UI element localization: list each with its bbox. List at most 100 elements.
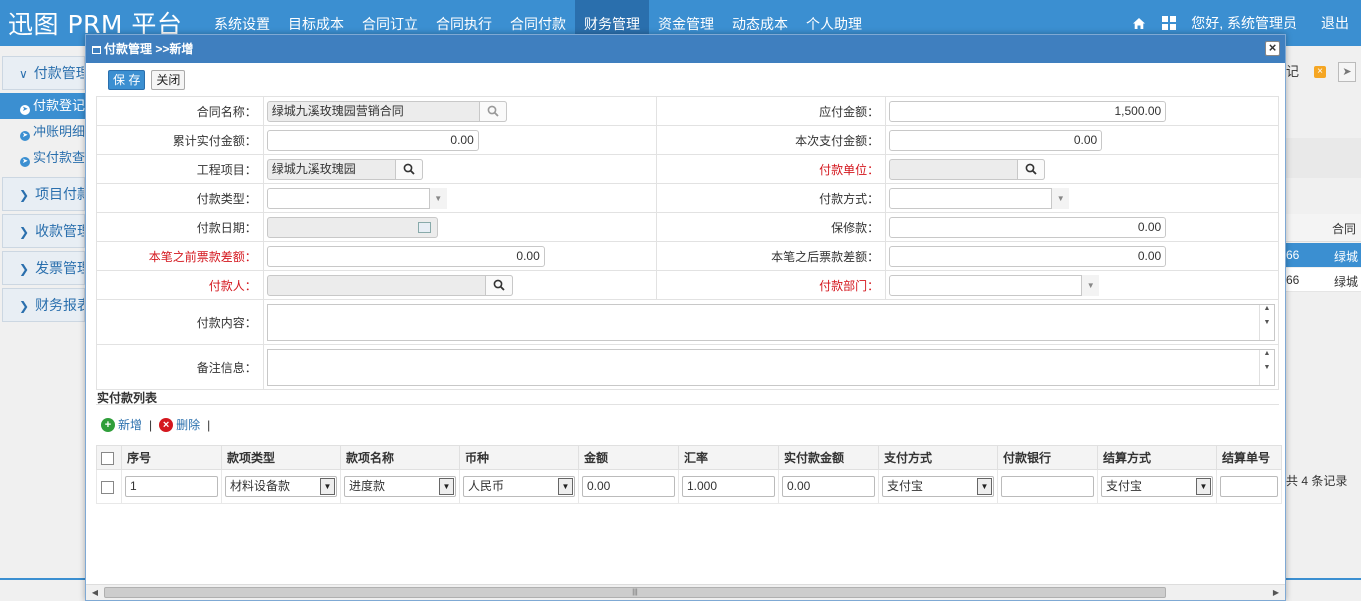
amount-input[interactable]: 0.00 (582, 476, 675, 497)
sidebar-item-writeoff-detail[interactable]: ➤ 冲账明细 (0, 119, 85, 145)
sidebar-group-payment[interactable]: ∨ 付款管理 (2, 56, 85, 90)
col-header[interactable]: 实付款金额 (778, 445, 879, 470)
background-page: 记 × ➤ 合同 66 绿城 66 绿城 共 4 条记录 (1286, 56, 1361, 576)
rate-input[interactable]: 1.000 (682, 476, 775, 497)
pre-invoice-diff-label: 本笔之前票款差额： (96, 241, 264, 271)
post-invoice-diff-field[interactable]: 0.00 (889, 245, 1167, 267)
pay-type-select[interactable]: ▼ (266, 187, 447, 209)
project-value: 绿城九溪玫瑰园 (271, 161, 356, 176)
col-header[interactable]: 款项名称 (340, 445, 460, 470)
content-label: 付款内容： (96, 299, 264, 345)
user-greeting[interactable]: 您好, 系统管理员 (1191, 13, 1297, 33)
pay-date-field[interactable] (266, 216, 438, 238)
current-pay-field[interactable]: 0.00 (889, 129, 1103, 151)
pre-invoice-diff-field[interactable]: 0.00 (266, 245, 545, 267)
search-icon[interactable] (484, 274, 513, 296)
select-all-checkbox[interactable] (101, 451, 114, 465)
pay-method-grid-select[interactable]: 支付宝 ▼ (882, 476, 994, 497)
chevron-right-icon: ❯ (19, 188, 30, 202)
calendar-icon[interactable] (417, 221, 431, 233)
background-filter-panel (1286, 138, 1361, 178)
search-icon[interactable] (478, 100, 507, 122)
cumulative-paid-field[interactable]: 0.00 (266, 129, 479, 151)
sidebar-group-label: 发票管理 (35, 260, 84, 276)
sidebar-group-project-payment[interactable]: ❯ 项目付款 (2, 177, 85, 211)
background-tab-text: 记 (1286, 64, 1300, 79)
separator: | (207, 417, 211, 432)
col-header[interactable]: 支付方式 (878, 445, 998, 470)
delete-icon[interactable]: × (159, 417, 174, 432)
modal-title: 付款管理 >>新增 (104, 42, 194, 56)
settle-no-input[interactable] (1220, 476, 1278, 497)
row-checkbox[interactable] (101, 480, 114, 494)
sidebar-item-label: 实付款查询 (33, 150, 85, 165)
textarea-scrollbar[interactable]: ▲ ▼ (1259, 349, 1274, 385)
seq-input[interactable]: 1 (125, 476, 218, 497)
col-header[interactable]: 结算单号 (1216, 445, 1282, 470)
col-header[interactable]: 结算方式 (1097, 445, 1217, 470)
save-button[interactable]: 保 存 (108, 70, 146, 90)
pay-method-select[interactable]: ▼ (889, 187, 1070, 209)
content-textarea[interactable]: ▲ ▼ (266, 303, 1275, 341)
horizontal-scrollbar[interactable]: ◀ ||| ▶ (86, 584, 1285, 600)
search-icon[interactable] (394, 158, 423, 180)
payer-field[interactable] (266, 274, 513, 296)
scroll-left-icon[interactable]: ◀ (89, 587, 101, 599)
background-row[interactable]: 66 绿城 (1286, 268, 1361, 292)
sidebar-item-label: 冲账明细 (33, 124, 85, 139)
sidebar: ∨付款管理 ➤付款登记 ➤冲账明细 ➤实付款查询 ❯项目付款 ❯收款管理 ❯发票… (0, 56, 85, 576)
home-icon[interactable] (1131, 15, 1147, 31)
paid-amount-input[interactable]: 0.00 (782, 476, 875, 497)
warranty-field[interactable]: 0.00 (889, 216, 1167, 238)
pay-dept-label: 付款部门： (655, 270, 887, 300)
sidebar-group-finance-report[interactable]: ❯ 财务报表 (2, 288, 85, 322)
col-header[interactable]: 款项类型 (221, 445, 341, 470)
payable-amount-field[interactable]: 1,500.00 (889, 100, 1167, 122)
pay-method-label: 付款方式： (655, 183, 887, 213)
modal-close-button[interactable]: × (1265, 41, 1280, 56)
project-field[interactable]: 绿城九溪玫瑰园 (266, 158, 423, 180)
pay-unit-field[interactable] (889, 158, 1046, 180)
sidebar-item-payment-register[interactable]: ➤ 付款登记 (0, 93, 85, 119)
post-invoice-diff-label: 本笔之后票款差额： (655, 241, 887, 271)
remark-textarea[interactable]: ▲ ▼ (266, 348, 1275, 386)
contract-name-value: 绿城九溪玫瑰园营销合同 (271, 103, 404, 118)
pay-dept-select[interactable]: ▼ (889, 274, 1100, 296)
background-row-selected[interactable]: 66 绿城 (1286, 243, 1361, 267)
scroll-right-icon[interactable]: ▶ (1270, 587, 1282, 599)
sidebar-group-label: 财务报表 (35, 297, 84, 313)
arrow-circle-icon: ➤ (20, 131, 30, 141)
fund-type-value: 材料设备款 (230, 479, 291, 493)
logout-link[interactable]: 退出 (1321, 13, 1349, 33)
delete-row-button[interactable]: 删除 (176, 416, 200, 433)
sidebar-item-paid-query[interactable]: ➤实付款查询 (0, 145, 85, 171)
settle-method-select[interactable]: 支付宝 ▼ (1101, 476, 1213, 497)
sidebar-group-receipt[interactable]: ❯ 收款管理 (2, 214, 85, 248)
close-button[interactable]: 关闭 (151, 70, 186, 90)
payment-form: 合同名称： 绿城九溪玫瑰园营销合同 应付金额： 1,500.00 累计实付金额：… (96, 96, 1280, 390)
currency-select[interactable]: 人民币 ▼ (463, 476, 575, 497)
close-tab-icon[interactable]: × (1314, 66, 1326, 78)
sidebar-group-label: 付款管理 (33, 65, 85, 81)
col-header[interactable]: 汇率 (678, 445, 779, 470)
arrow-right-icon[interactable]: ➤ (1338, 62, 1356, 82)
settle-method-value: 支付宝 (1106, 479, 1143, 493)
fund-name-select[interactable]: 进度款 ▼ (344, 476, 456, 497)
col-header[interactable]: 金额 (578, 445, 679, 470)
scroll-thumb[interactable]: ||| (104, 587, 1166, 598)
fund-type-select[interactable]: 材料设备款 ▼ (225, 476, 337, 497)
col-header[interactable]: 币种 (459, 445, 579, 470)
add-row-button[interactable]: 新增 (118, 416, 142, 433)
chevron-right-icon: ❯ (19, 299, 30, 313)
col-header[interactable]: 付款银行 (997, 445, 1098, 470)
add-icon[interactable]: + (101, 417, 115, 432)
contract-name-field[interactable]: 绿城九溪玫瑰园营销合同 (266, 100, 507, 122)
bank-input[interactable] (1001, 476, 1094, 497)
payable-amount-label: 应付金额： (655, 96, 887, 126)
textarea-scrollbar[interactable]: ▲ ▼ (1259, 304, 1274, 340)
currency-value: 人民币 (468, 479, 505, 493)
col-header[interactable]: 序号 (121, 445, 222, 470)
sidebar-group-invoice[interactable]: ❯ 发票管理 (2, 251, 85, 285)
search-icon[interactable] (1017, 158, 1046, 180)
grid-icon[interactable] (1161, 15, 1177, 31)
